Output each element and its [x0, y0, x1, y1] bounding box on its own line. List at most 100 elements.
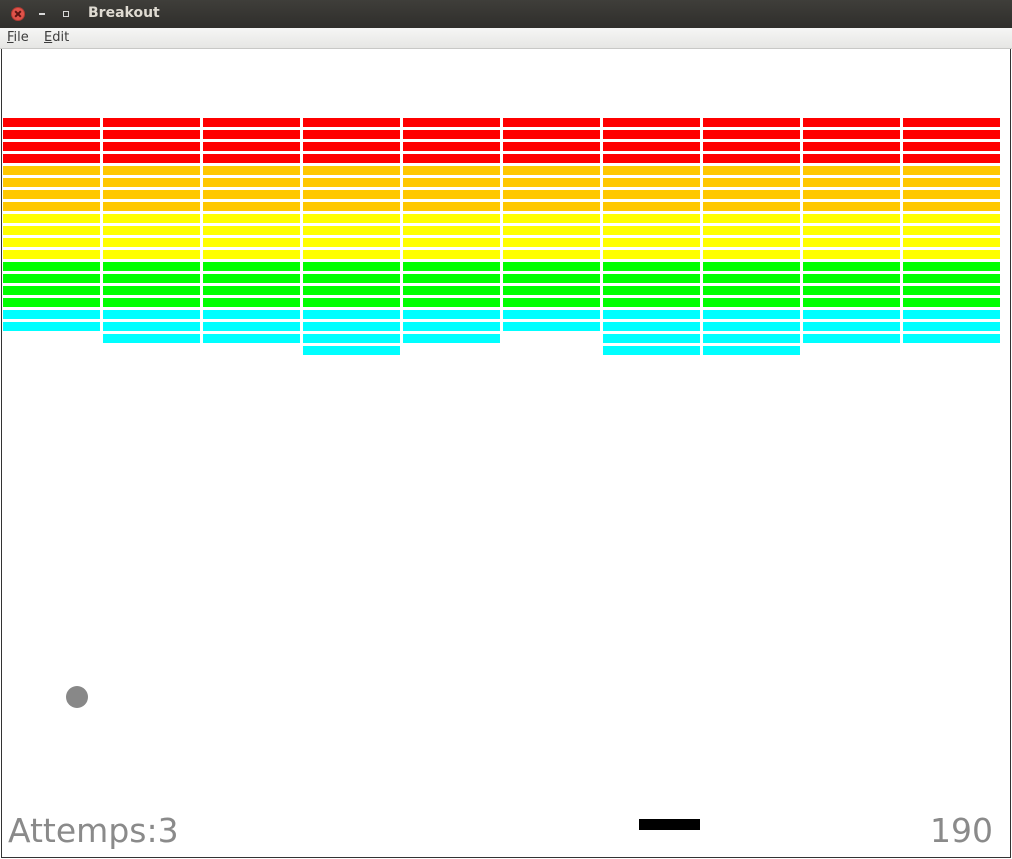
brick	[503, 310, 600, 319]
brick	[303, 142, 400, 151]
brick	[703, 166, 800, 175]
brick	[203, 262, 300, 271]
brick	[603, 286, 700, 295]
brick	[3, 262, 100, 271]
brick	[103, 298, 200, 307]
brick	[103, 118, 200, 127]
brick	[303, 190, 400, 199]
brick	[303, 298, 400, 307]
score-display: 190	[930, 811, 993, 850]
brick	[203, 238, 300, 247]
brick	[703, 214, 800, 223]
brick-wall	[2, 49, 1012, 858]
brick	[303, 322, 400, 331]
brick	[303, 226, 400, 235]
brick	[703, 142, 800, 151]
brick	[303, 154, 400, 163]
brick	[3, 154, 100, 163]
brick	[903, 298, 1000, 307]
close-button[interactable]	[11, 7, 25, 21]
menu-edit[interactable]: Edit	[44, 30, 69, 45]
brick	[203, 310, 300, 319]
brick	[103, 130, 200, 139]
brick	[603, 118, 700, 127]
brick	[503, 166, 600, 175]
brick	[303, 286, 400, 295]
brick	[403, 250, 500, 259]
brick	[203, 298, 300, 307]
brick	[603, 262, 700, 271]
brick	[803, 262, 900, 271]
brick	[803, 202, 900, 211]
brick	[303, 130, 400, 139]
brick	[903, 334, 1000, 343]
brick	[603, 334, 700, 343]
brick	[503, 178, 600, 187]
brick	[603, 298, 700, 307]
brick	[703, 298, 800, 307]
brick	[3, 298, 100, 307]
brick	[803, 142, 900, 151]
brick	[3, 166, 100, 175]
brick	[203, 130, 300, 139]
brick	[503, 238, 600, 247]
brick	[803, 190, 900, 199]
brick	[203, 322, 300, 331]
brick	[503, 298, 600, 307]
brick	[3, 238, 100, 247]
brick	[903, 166, 1000, 175]
brick	[3, 130, 100, 139]
brick	[503, 190, 600, 199]
brick	[503, 202, 600, 211]
brick	[703, 118, 800, 127]
brick	[303, 178, 400, 187]
brick	[103, 238, 200, 247]
brick	[903, 286, 1000, 295]
brick	[703, 322, 800, 331]
minimize-button[interactable]	[35, 7, 49, 21]
brick	[503, 262, 600, 271]
brick	[803, 166, 900, 175]
brick	[103, 190, 200, 199]
brick	[603, 178, 700, 187]
brick	[703, 154, 800, 163]
brick	[603, 226, 700, 235]
brick	[603, 190, 700, 199]
menu-bar: File Edit	[0, 28, 1012, 49]
brick	[303, 118, 400, 127]
brick	[103, 274, 200, 283]
attempts-counter: Attemps:3	[8, 811, 179, 850]
game-canvas[interactable]: Attemps:3 190	[1, 49, 1011, 858]
brick	[103, 310, 200, 319]
brick	[203, 214, 300, 223]
brick	[103, 286, 200, 295]
brick	[203, 118, 300, 127]
brick	[503, 118, 600, 127]
brick	[903, 190, 1000, 199]
brick	[403, 166, 500, 175]
brick	[903, 226, 1000, 235]
brick	[703, 346, 800, 355]
brick	[603, 250, 700, 259]
brick	[603, 274, 700, 283]
maximize-button[interactable]	[59, 7, 73, 21]
brick	[3, 202, 100, 211]
paddle[interactable]	[639, 819, 700, 830]
brick	[603, 142, 700, 151]
brick	[603, 166, 700, 175]
brick	[303, 166, 400, 175]
brick	[603, 202, 700, 211]
brick	[403, 322, 500, 331]
brick	[703, 226, 800, 235]
brick	[103, 202, 200, 211]
brick	[703, 178, 800, 187]
brick	[3, 286, 100, 295]
brick	[203, 334, 300, 343]
brick	[803, 298, 900, 307]
brick	[403, 214, 500, 223]
brick	[103, 322, 200, 331]
menu-file[interactable]: File	[7, 30, 29, 45]
brick	[403, 238, 500, 247]
brick	[3, 274, 100, 283]
brick	[903, 262, 1000, 271]
